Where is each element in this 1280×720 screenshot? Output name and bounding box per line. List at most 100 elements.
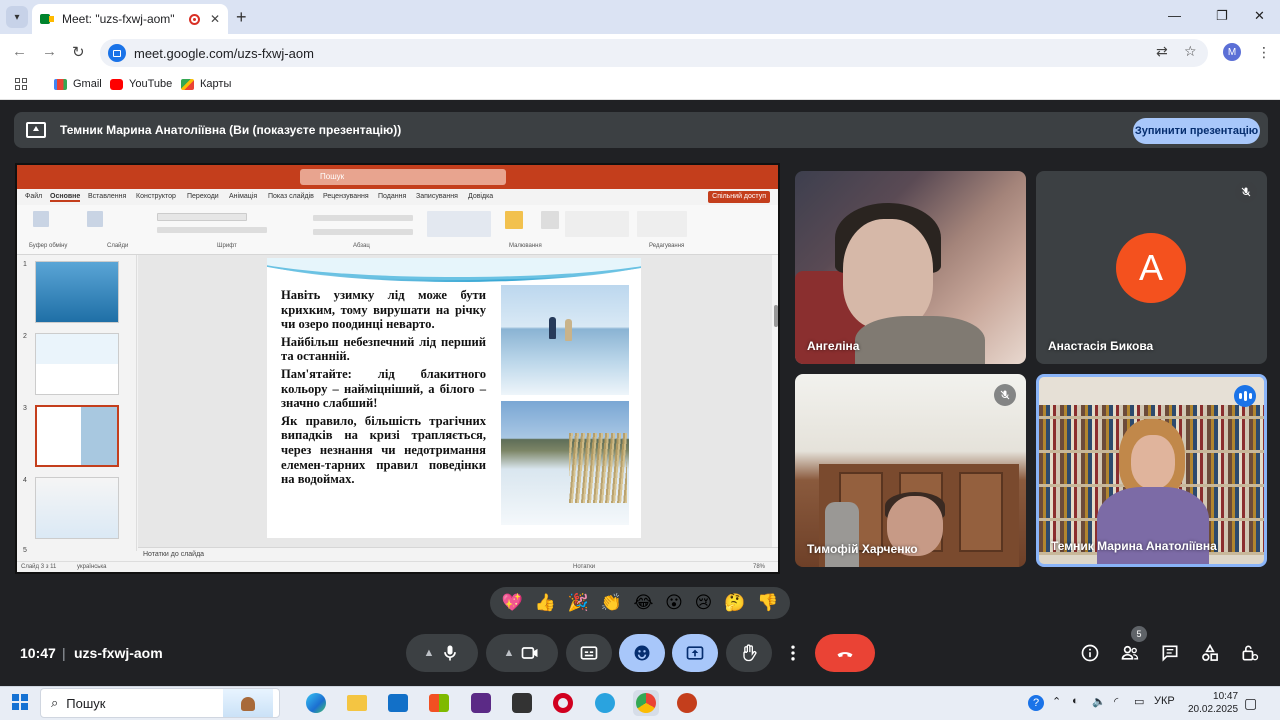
- tab-search-chevron-icon[interactable]: ▾: [6, 6, 28, 28]
- maps-icon: [181, 78, 194, 90]
- app-icon[interactable]: [468, 690, 494, 716]
- browser-tab-meet[interactable]: Meet: "uzs-fxwj-aom" ✕: [32, 4, 228, 34]
- people-icon[interactable]: [1119, 642, 1141, 664]
- meeting-details-icon[interactable]: [1079, 642, 1101, 664]
- language-indicator[interactable]: УКР: [1154, 695, 1175, 707]
- network-icon[interactable]: ◜: [1114, 695, 1118, 708]
- search-highlight-image: [223, 689, 273, 717]
- pp-group-paragraph: Абзац: [353, 243, 370, 249]
- participant-tile[interactable]: Ангеліна: [795, 171, 1026, 364]
- present-screen-button[interactable]: [672, 634, 718, 672]
- powerpoint-statusbar: Слайд 3 з 11 українська Нотатки 78%: [17, 561, 778, 572]
- forward-icon[interactable]: →: [42, 43, 57, 60]
- reaction-party[interactable]: 🎉: [568, 593, 589, 613]
- site-info-icon[interactable]: [108, 44, 126, 62]
- profile-avatar[interactable]: M: [1223, 43, 1241, 61]
- slide-paragraph: Пам'ятайте: лід блакитного кольору – най…: [281, 366, 486, 411]
- camera-button[interactable]: ▲: [486, 634, 558, 672]
- reaction-laugh[interactable]: 😂: [633, 593, 653, 613]
- taskbar-clock[interactable]: 10:47 20.02.2025: [1188, 690, 1238, 716]
- taskbar-search-text: Пошук: [66, 695, 106, 711]
- present-icon: [686, 646, 704, 660]
- pp-group-slides: Слайди: [107, 243, 129, 249]
- apps-grid-icon[interactable]: [15, 78, 27, 90]
- powerpoint-search: Пошук: [300, 169, 506, 185]
- notifications-icon[interactable]: ▢: [1244, 695, 1257, 712]
- pp-tab-transitions: Переходи: [187, 193, 219, 200]
- host-controls-icon[interactable]: [1239, 642, 1261, 664]
- captions-button[interactable]: [566, 634, 612, 672]
- chat-icon[interactable]: [1159, 642, 1181, 664]
- pp-tab-review: Рецензування: [323, 193, 369, 200]
- reaction-clap[interactable]: 👏: [601, 593, 622, 613]
- back-icon[interactable]: ←: [12, 43, 27, 60]
- chevron-up-icon[interactable]: ▲: [424, 647, 435, 659]
- pp-tab-insert: Вставлення: [88, 193, 127, 200]
- slide-paragraph: Як правило, більшість трагічних випадків…: [281, 413, 486, 487]
- shared-screen: Пошук Файл Основне Вставлення Конструкто…: [15, 163, 780, 574]
- speaking-indicator-icon: [1234, 385, 1256, 407]
- pp-group-font: Шрифт: [217, 243, 237, 249]
- reaction-thinking[interactable]: 🤔: [724, 593, 745, 613]
- translate-icon[interactable]: ⇄: [1156, 43, 1168, 60]
- edge-icon[interactable]: [303, 690, 329, 716]
- participant-tile[interactable]: A Анастасія Бикова: [1036, 171, 1267, 364]
- opera-icon[interactable]: [550, 690, 576, 716]
- reaction-thumbs-down[interactable]: 👎: [757, 593, 778, 613]
- presenting-banner: Темник Марина Анатоліївна (Ви (показуєте…: [14, 112, 1268, 148]
- emoji-reactions-button[interactable]: [619, 634, 665, 672]
- slide-body-text: Навіть узимку лід може бути крихким, том…: [281, 288, 486, 490]
- microphone-button[interactable]: ▲: [406, 634, 478, 672]
- chevron-up-icon[interactable]: ▲: [504, 647, 515, 659]
- volume-icon[interactable]: 🔈: [1092, 695, 1106, 708]
- windows-start-icon[interactable]: [12, 694, 28, 710]
- maximize-icon[interactable]: ❐: [1216, 8, 1228, 24]
- telegram-icon[interactable]: [592, 690, 618, 716]
- hang-up-icon: [837, 652, 853, 658]
- outlook-icon[interactable]: [385, 690, 411, 716]
- pp-tab-home: Основне: [50, 193, 81, 202]
- reaction-surprised[interactable]: 😮: [665, 593, 683, 613]
- participant-tile[interactable]: Тимофій Харченко: [795, 374, 1026, 567]
- tray-chevron-icon[interactable]: ⌃: [1052, 695, 1061, 708]
- reaction-sad[interactable]: 😢: [695, 593, 713, 613]
- leave-call-button[interactable]: [815, 634, 875, 672]
- bookmark-maps[interactable]: Карты: [181, 78, 231, 90]
- bookmark-gmail[interactable]: Gmail: [54, 78, 102, 90]
- raise-hand-button[interactable]: [726, 634, 772, 672]
- minimize-icon[interactable]: —: [1168, 8, 1181, 23]
- participant-name: Ангеліна: [807, 339, 860, 353]
- store-icon[interactable]: [426, 690, 452, 716]
- more-options-button[interactable]: [780, 634, 806, 672]
- slide-thumbnail: [35, 477, 119, 539]
- pp-group-clipboard: Буфер обміну: [29, 243, 68, 249]
- tray-app-icon[interactable]: ◐: [1072, 695, 1079, 707]
- participant-tile-speaking[interactable]: Темник Марина Анатоліївна: [1036, 374, 1267, 567]
- help-icon[interactable]: ?: [1028, 695, 1044, 711]
- pp-tab-view: Подання: [378, 193, 407, 200]
- presenting-banner-text: Темник Марина Анатоліївна (Ви (показуєте…: [60, 123, 402, 137]
- reaction-heart[interactable]: 💖: [502, 593, 523, 613]
- tab-title: Meet: "uzs-fxwj-aom": [62, 12, 175, 26]
- file-explorer-icon[interactable]: [344, 690, 370, 716]
- taskbar-search[interactable]: ⌕ Пошук: [40, 688, 280, 718]
- bookmark-star-icon[interactable]: ☆: [1184, 43, 1197, 60]
- chrome-icon[interactable]: [633, 690, 659, 716]
- bookmark-youtube[interactable]: YouTube: [110, 78, 172, 90]
- address-bar[interactable]: meet.google.com/uzs-fxwj-aom: [100, 39, 1208, 67]
- slide-thumbnail: [35, 261, 119, 323]
- reload-icon[interactable]: ↻: [72, 43, 85, 61]
- separator: |: [62, 645, 66, 661]
- youtube-icon: [110, 78, 123, 90]
- close-tab-icon[interactable]: ✕: [210, 12, 220, 26]
- close-window-icon[interactable]: ✕: [1254, 8, 1265, 24]
- new-tab-icon[interactable]: +: [236, 7, 247, 28]
- powerpoint-icon[interactable]: [674, 690, 700, 716]
- slide-notes: Нотатки до слайда: [138, 547, 778, 561]
- battery-icon[interactable]: ▭: [1134, 695, 1144, 708]
- calendar-app-icon[interactable]: [509, 690, 535, 716]
- stop-presenting-button[interactable]: Зупинити презентацію: [1133, 118, 1260, 144]
- browser-menu-icon[interactable]: ⋮: [1257, 44, 1271, 61]
- reaction-thumbs-up[interactable]: 👍: [535, 593, 556, 613]
- activities-icon[interactable]: [1199, 642, 1221, 664]
